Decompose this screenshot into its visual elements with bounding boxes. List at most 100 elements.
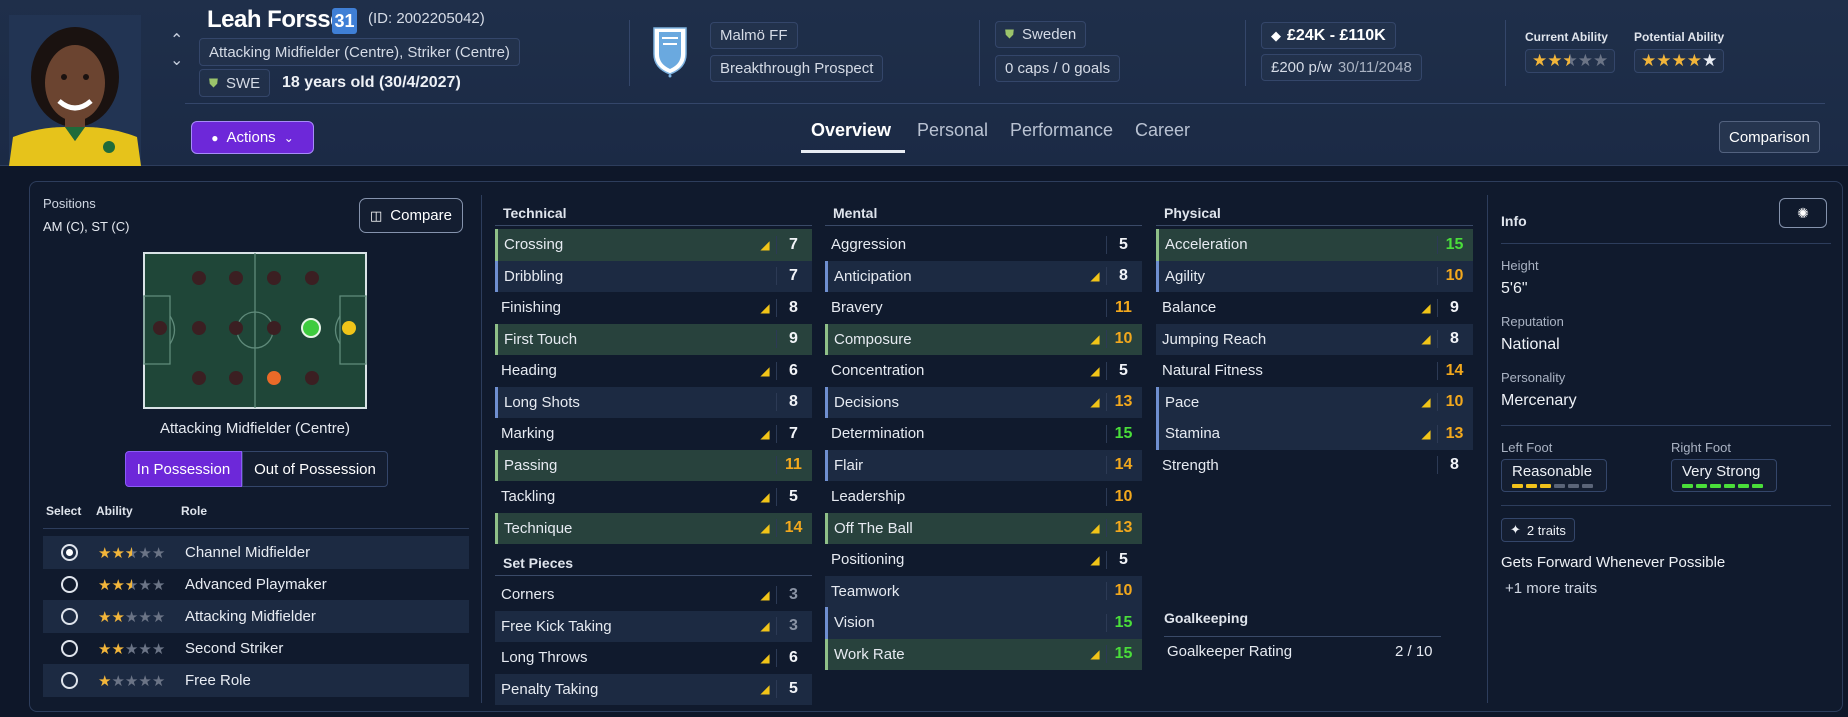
foot-level-segment [1724, 484, 1735, 488]
left-foot-value: Reasonable [1512, 463, 1593, 480]
wage: £200 p/w [1271, 59, 1332, 76]
attribute-row-corners[interactable]: Corners ◢ 3 [495, 579, 812, 611]
in-possession-toggle[interactable]: In Possession [125, 451, 242, 487]
attribute-row-marking[interactable]: Marking ◢ 7 [495, 418, 812, 450]
attribute-row-crossing[interactable]: Crossing ◢ 7 [495, 229, 812, 261]
attribute-row-leadership[interactable]: Leadership 10 [825, 481, 1142, 513]
nation-box[interactable]: ⛊ Sweden [995, 21, 1087, 48]
role-radio[interactable] [61, 640, 78, 657]
attribute-row-passing[interactable]: Passing 11 [495, 449, 812, 481]
out-of-possession-toggle[interactable]: Out of Possession [242, 451, 388, 487]
player-photo [9, 15, 141, 166]
attribute-value: 14 [776, 519, 810, 538]
role-radio[interactable] [61, 608, 78, 625]
attribute-row-agility[interactable]: Agility 10 [1156, 260, 1473, 292]
role-radio[interactable] [61, 576, 78, 593]
positions-text: Attacking Midfielder (Centre), Striker (… [209, 43, 510, 61]
attribute-row-jumping-reach[interactable]: Jumping Reach ◢ 8 [1156, 323, 1473, 355]
attribute-row-positioning[interactable]: Positioning ◢ 5 [825, 544, 1142, 576]
left-foot-box: Reasonable [1501, 459, 1607, 492]
attribute-row-stamina[interactable]: Stamina ◢ 13 [1156, 418, 1473, 450]
traits-badge[interactable]: ✦ 2 traits [1501, 518, 1575, 542]
foot-level-segment [1582, 484, 1593, 488]
attribute-name: Agility [1165, 267, 1206, 285]
attribute-row-free-kick-taking[interactable]: Free Kick Taking ◢ 3 [495, 610, 812, 642]
comparison-button[interactable]: Comparison [1719, 121, 1820, 153]
technical-rows: Crossing ◢ 7 Dribbling 7 Finishing ◢ 8 First Tou… [495, 229, 812, 544]
attribute-row-first-touch[interactable]: First Touch 9 [495, 323, 812, 355]
player-age-text: 18 years old (30/4/2027) [282, 74, 461, 91]
attribute-row-long-shots[interactable]: Long Shots 8 [495, 386, 812, 418]
attribute-name: Penalty Taking [501, 680, 599, 698]
header-rule [185, 103, 1825, 104]
tab-career[interactable]: Career [1135, 120, 1190, 141]
training-trend-icon: ◢ [1421, 300, 1431, 315]
next-player-chevron-down-icon[interactable]: ⌄ [170, 50, 183, 70]
attribute-row-tackling[interactable]: Tackling ◢ 5 [495, 481, 812, 513]
attribute-value: 5 [1106, 361, 1140, 380]
role-row-free-role[interactable]: ★★★★★ Free Role [43, 664, 469, 697]
actions-button[interactable]: ● Actions ⌄ [191, 121, 314, 154]
role-radio[interactable] [61, 672, 78, 689]
attribute-row-decisions[interactable]: Decisions ◢ 13 [825, 386, 1142, 418]
attribute-value: 5 [1106, 550, 1140, 569]
tab-performance[interactable]: Performance [1010, 120, 1113, 141]
natural-position-marker [301, 318, 321, 338]
attribute-row-finishing[interactable]: Finishing ◢ 8 [495, 292, 812, 324]
attribute-row-vision[interactable]: Vision 15 [825, 607, 1142, 639]
tab-personal[interactable]: Personal [917, 120, 988, 141]
previous-player-chevron-up-icon[interactable]: ⌃ [170, 30, 183, 50]
attribute-row-anticipation[interactable]: Anticipation ◢ 8 [825, 260, 1142, 292]
attribute-row-dribbling[interactable]: Dribbling 7 [495, 260, 812, 292]
info-title: Info [1501, 213, 1527, 229]
attribute-value: 14 [1437, 361, 1471, 380]
attribute-row-determination[interactable]: Determination 15 [825, 418, 1142, 450]
role-row-channel-midfielder[interactable]: ★★★★★★ Channel Midfielder [43, 536, 469, 569]
tab-overview[interactable]: Overview [811, 120, 891, 141]
attribute-row-natural-fitness[interactable]: Natural Fitness 14 [1156, 355, 1473, 387]
personality-settings-icon[interactable]: ✺ [1779, 198, 1827, 228]
compare-button[interactable]: ◫ Compare [359, 198, 463, 233]
current-ability-label: Current Ability [1525, 30, 1608, 44]
caps-box: 0 caps / 0 goals [995, 55, 1121, 82]
club-name-box[interactable]: Malmö FF [710, 22, 798, 49]
person-icon: ● [211, 130, 219, 145]
attribute-row-bravery[interactable]: Bravery 11 [825, 292, 1142, 324]
club-crest-icon[interactable] [651, 24, 689, 82]
roles-header-select: Select [46, 504, 82, 518]
attribute-row-strength[interactable]: Strength 8 [1156, 450, 1473, 482]
attribute-row-pace[interactable]: Pace ◢ 10 [1156, 386, 1473, 418]
foot-level-segment [1554, 484, 1565, 488]
attribute-row-concentration[interactable]: Concentration ◢ 5 [825, 355, 1142, 387]
role-row-advanced-playmaker[interactable]: ★★★★★★ Advanced Playmaker [43, 568, 469, 601]
attribute-row-off-the-ball[interactable]: Off The Ball ◢ 13 [825, 512, 1142, 544]
attribute-row-technique[interactable]: Technique ◢ 14 [495, 512, 812, 544]
attribute-row-composure[interactable]: Composure ◢ 10 [825, 323, 1142, 355]
attribute-value: 15 [1106, 424, 1140, 443]
attribute-row-acceleration[interactable]: Acceleration 15 [1156, 229, 1473, 261]
roles-header-rule [43, 528, 469, 529]
attribute-value: 10 [1106, 487, 1140, 506]
positions-title: Positions [43, 196, 96, 211]
right-foot-meter [1682, 484, 1766, 488]
attribute-row-heading[interactable]: Heading ◢ 6 [495, 355, 812, 387]
more-traits-link[interactable]: +1 more traits [1505, 580, 1597, 597]
attribute-name: Vision [834, 614, 875, 632]
left-foot-meter [1512, 484, 1596, 488]
role-row-second-striker[interactable]: ★★★★★ Second Striker [43, 632, 469, 665]
role-row-attacking-midfielder[interactable]: ★★★★★ Attacking Midfielder [43, 600, 469, 633]
attribute-value: 13 [1106, 519, 1140, 538]
attribute-row-teamwork[interactable]: Teamwork 10 [825, 575, 1142, 607]
attribute-row-long-throws[interactable]: Long Throws ◢ 6 [495, 642, 812, 674]
contract-date: 30/11/2048 [1337, 59, 1412, 76]
attribute-value: 7 [776, 235, 810, 254]
attribute-row-aggression[interactable]: Aggression 5 [825, 229, 1142, 261]
set-piece-rows: Corners ◢ 3 Free Kick Taking ◢ 3 Long Throws ◢ 6… [495, 579, 812, 705]
attribute-row-flair[interactable]: Flair 14 [825, 449, 1142, 481]
role-radio[interactable] [61, 544, 78, 561]
attribute-row-balance[interactable]: Balance ◢ 9 [1156, 292, 1473, 324]
attribute-row-penalty-taking[interactable]: Penalty Taking ◢ 5 [495, 673, 812, 705]
attribute-name: Flair [834, 456, 864, 474]
attribute-value: 6 [776, 361, 810, 380]
attribute-row-work-rate[interactable]: Work Rate ◢ 15 [825, 638, 1142, 670]
